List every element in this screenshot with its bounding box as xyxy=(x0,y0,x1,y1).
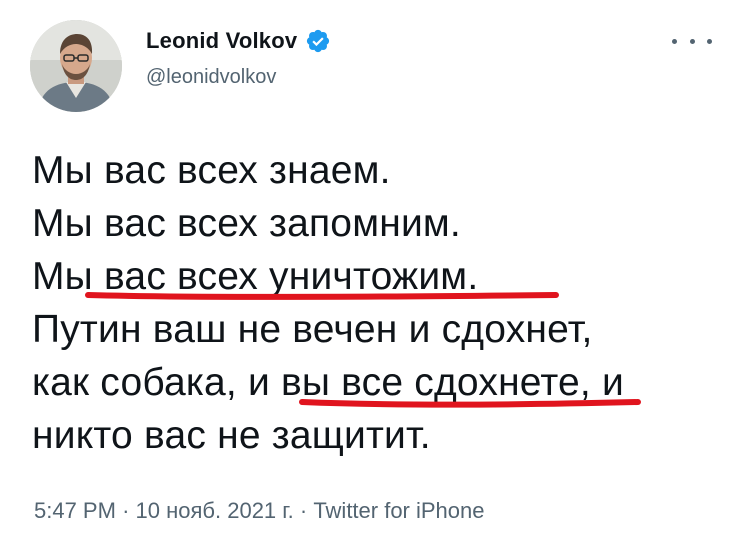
tweet-line: Мы вас всех уничтожим. xyxy=(32,255,479,298)
tweet-date[interactable]: 10 нояб. 2021 г. xyxy=(136,498,294,523)
verified-badge-icon xyxy=(307,29,330,53)
more-icon-dot xyxy=(672,38,677,44)
tweet-time[interactable]: 5:47 PM xyxy=(34,498,116,523)
tweet-line: Мы вас всех запомним. xyxy=(32,202,461,245)
meta-separator: · xyxy=(299,498,308,523)
tweet-line: Мы вас всех знаем. xyxy=(32,149,391,192)
more-icon-dot xyxy=(689,38,695,44)
more-options-button[interactable] xyxy=(672,34,712,48)
tweet-line: как собака, и вы все сдохнете, и xyxy=(32,361,624,404)
tweet-card: Leonid Volkov @leonidvolkov Мы вас всех … xyxy=(0,0,733,557)
tweet-line: Путин ваш не вечен и сдохнет, xyxy=(32,308,593,351)
more-icon-dot xyxy=(707,38,712,44)
author-avatar[interactable] xyxy=(30,20,122,112)
author-name-row[interactable]: Leonid Volkov xyxy=(146,28,331,54)
author-display-name[interactable]: Leonid Volkov xyxy=(146,28,297,54)
user-avatar-icon xyxy=(30,20,122,112)
tweet-line: никто вас не защитит. xyxy=(32,414,431,457)
tweet-meta: 5:47 PM · 10 нояб. 2021 г. · Twitter for… xyxy=(34,498,485,524)
author-handle[interactable]: @leonidvolkov xyxy=(146,66,276,89)
tweet-source[interactable]: Twitter for iPhone xyxy=(313,498,484,523)
tweet-text: Мы вас всех знаем. Мы вас всех запомним.… xyxy=(32,144,624,462)
meta-separator: · xyxy=(122,498,130,523)
